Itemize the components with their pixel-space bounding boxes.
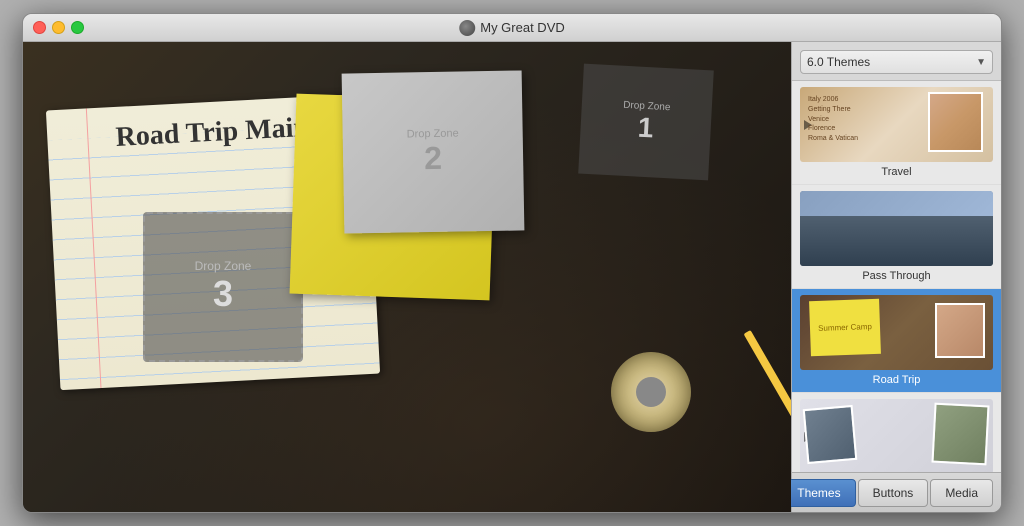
drop-zone-2-number: 2 [424, 139, 442, 176]
themes-dropdown[interactable]: 6.0 Themes ▼ [800, 50, 993, 74]
main-content: Road Trip Main Drop Zone 3 Drop Zone 2 [23, 42, 1001, 512]
maximize-button[interactable] [71, 21, 84, 34]
drop-zone-3-label: Drop Zone [195, 259, 252, 273]
tab-buttons[interactable]: Buttons [858, 479, 929, 507]
tape-inner [636, 377, 666, 407]
bottom-tabs: Themes Buttons Media [792, 472, 1001, 512]
title-bar: My Great DVD [23, 14, 1001, 42]
theme-name-roadtrip: Road Trip [800, 374, 993, 386]
traffic-lights [33, 21, 84, 34]
tab-media[interactable]: Media [930, 479, 993, 507]
roadtrip-photo [935, 303, 985, 358]
themes-dropdown-label: 6.0 Themes [807, 55, 870, 69]
close-button[interactable] [33, 21, 46, 34]
drop-zone-1-card: Drop Zone 1 [578, 64, 714, 181]
theme-name-passthrough: Pass Through [800, 270, 993, 282]
drop-zone-1-number: 1 [637, 111, 654, 144]
theme-item-roadtrip[interactable]: Summer Camp Road Trip [792, 289, 1001, 393]
drop-zone-2-card: Drop Zone 2 [342, 70, 525, 233]
pencil [744, 330, 791, 438]
tab-themes[interactable]: Themes [782, 479, 855, 507]
theme-name-travel: Travel [800, 166, 993, 178]
window-title: My Great DVD [480, 20, 565, 35]
drop-zone-3: Drop Zone 3 [143, 212, 303, 362]
theme-thumbnail-roadtrip: Summer Camp [800, 295, 993, 370]
tape-roll [611, 352, 691, 432]
travel-photo [928, 92, 983, 152]
scene-content: Road Trip Main Drop Zone 3 Drop Zone 2 [23, 42, 791, 512]
drop-zone-2-label: Drop Zone [407, 127, 459, 140]
theme-thumbnail-reflectionwhite [800, 399, 993, 472]
right-panel: 6.0 Themes ▼ Italy 2006Getting ThereVeni… [791, 42, 1001, 512]
app-window: My Great DVD Road Trip Main [22, 13, 1002, 513]
theme-thumbnail-travel: Italy 2006Getting ThereVeniceFlorenceRom… [800, 87, 993, 162]
dropdown-arrow-icon: ▼ [976, 57, 986, 68]
theme-thumbnail-passthrough [800, 191, 993, 266]
themes-list[interactable]: Italy 2006Getting ThereVeniceFlorenceRom… [792, 81, 1001, 472]
dvd-icon [459, 20, 475, 36]
minimize-button[interactable] [52, 21, 65, 34]
window-title-area: My Great DVD [459, 20, 565, 36]
video-area: Road Trip Main Drop Zone 3 Drop Zone 2 [23, 42, 791, 512]
theme-item-travel[interactable]: Italy 2006Getting ThereVeniceFlorenceRom… [792, 81, 1001, 185]
theme-item-reflectionwhite[interactable]: Reflection White [792, 393, 1001, 472]
themes-header: 6.0 Themes ▼ [792, 42, 1001, 81]
theme-item-passthrough[interactable]: Pass Through [792, 185, 1001, 289]
drop-zone-3-number: 3 [213, 273, 233, 315]
video-canvas: Road Trip Main Drop Zone 3 Drop Zone 2 [23, 42, 791, 512]
